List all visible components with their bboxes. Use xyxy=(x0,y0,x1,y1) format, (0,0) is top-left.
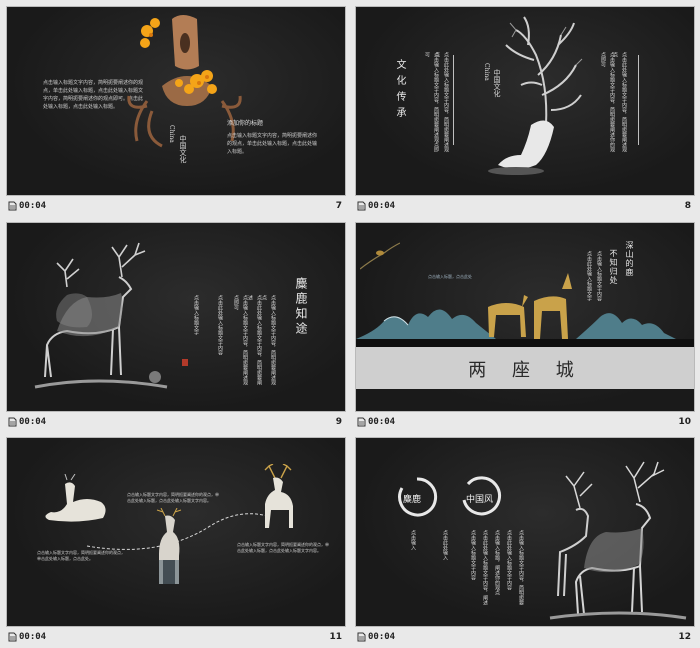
slide-12-thumbnail[interactable]: 麋鹿 中国风 点击输入标题文字内容，简明扼要 点击此处输入标题文字内容 点击输入… xyxy=(355,437,695,627)
slide-12-col-d: 点击此处输入标题文字内容，阐述 xyxy=(482,530,488,605)
slide-7-china-en: China xyxy=(168,125,175,143)
slide-8-title: 文化传承 xyxy=(394,59,405,123)
slide-8-china-en: China xyxy=(483,63,490,81)
slide-8-col-d: 点击此处输入标题文字内容，简明扼要阐述观点 xyxy=(612,52,627,152)
deer-pair-sketch-image xyxy=(549,461,687,620)
slide-9-info-bar: 00:04 9 xyxy=(6,414,346,431)
slide-9-col-c: 点击输入标题文字内容，简明扼要阐述观点即可 xyxy=(233,295,248,385)
slide-12-label-b: 中国风 xyxy=(466,495,494,505)
slide-9-col-e: 点击输入标题文字 xyxy=(193,295,199,335)
slide-8-thumbnail[interactable]: 文化传承 点击输入标题文字内容，简明扼要阐述观点即可 点击此处输入标题文字内容，… xyxy=(355,6,695,196)
slide-11-text-top: 点击输入标题文字内容，简明扼要阐述你的观点，单击此处输入标题，点击此处输入标题文… xyxy=(127,492,219,503)
slide-12-col-e: 点击输入标题文字内容 xyxy=(470,530,476,580)
standing-white-deer-image xyxy=(156,508,182,584)
slide-12-col-g: 点击输入 xyxy=(410,530,416,550)
deer-antler-tree-image xyxy=(488,16,583,175)
slide-12-col-c: 点击输入标题，阐述你的观点 xyxy=(494,530,500,595)
slide-12-time: 00:04 xyxy=(368,632,396,642)
slide-7-chinese-culture: 中国文化 xyxy=(179,135,187,163)
slide-12-label-a: 麋鹿 xyxy=(403,495,422,505)
slide-12-col-f: 点击此处输入 xyxy=(442,530,448,560)
slide-10-info-bar: 00:04 10 xyxy=(355,414,695,431)
transition-icon xyxy=(8,201,17,211)
slide-10-thumbnail[interactable]: 点击输入标题，点击此处 深山的鹿 不知归处 点击输入标题文字内容 点击此处输入标… xyxy=(355,222,695,412)
slide-7-number: 7 xyxy=(335,201,342,211)
slide-8-info-bar: 00:04 8 xyxy=(355,198,695,215)
slide-11-info-bar: 00:04 11 xyxy=(6,629,346,646)
slide-10-time: 00:04 xyxy=(368,417,396,427)
slide-11-time: 00:04 xyxy=(19,632,47,642)
slide-12-col-a: 点击输入标题文字内容，简明扼要 xyxy=(518,530,524,605)
mountains-and-gold-deer-image xyxy=(356,273,694,349)
lying-white-deer-image xyxy=(45,474,106,522)
deer-head-flower-image xyxy=(127,15,242,148)
slide-12-info-bar: 00:04 12 xyxy=(355,629,695,646)
slide-8-chinese-culture: 中国文化 xyxy=(493,69,501,97)
slide-7-body-right: 点击输入标题文字内容，简明扼要阐述你的观点，单击此处输入标题，点击此处输入标题。 xyxy=(227,133,318,155)
slide-11-thumbnail[interactable]: 点击输入标题文字内容，简明扼要阐述你的观点，单击此处输入标题，点击此处输入标题文… xyxy=(6,437,346,627)
slide-8-divider-right xyxy=(638,55,639,145)
slide-12-number: 12 xyxy=(678,632,691,642)
slide-11-number: 11 xyxy=(329,632,342,642)
transition-icon xyxy=(8,417,17,427)
slide-8-number: 8 xyxy=(684,201,691,211)
transition-icon xyxy=(357,417,366,427)
slide-10-number: 10 xyxy=(678,417,691,427)
deer-sketch-image xyxy=(34,242,168,389)
slide-7-time: 00:04 xyxy=(19,201,47,211)
slide-7-subtitle: 添加你的标题 xyxy=(227,120,264,127)
slide-9-title: 麋鹿知途 xyxy=(294,277,308,337)
transition-icon xyxy=(357,632,366,642)
transition-icon xyxy=(8,632,17,642)
slide-7-info-bar: 00:04 7 xyxy=(6,198,346,215)
slide-8-col-b: 点击此处输入标题文字内容，简明扼要阐述观点 xyxy=(434,52,449,152)
slide-12-col-b: 点击此处输入标题文字内容 xyxy=(506,530,512,590)
slide-9-col-d: 点击此处输入标题文字内容 xyxy=(217,295,223,355)
slide-7-thumbnail[interactable]: 点击输入标题文字内容，简明扼要阐述你的观点，单击此处输入标题，点击此处输入标题文… xyxy=(6,6,346,196)
slide-8-divider-left xyxy=(453,55,454,145)
gold-antler-deer-image xyxy=(264,464,293,528)
transition-icon xyxy=(357,201,366,211)
slide-9-red-seal xyxy=(182,359,188,366)
slide-8-time: 00:04 xyxy=(368,201,396,211)
slide-9-number: 9 xyxy=(335,417,342,427)
slide-9-time: 00:04 xyxy=(19,417,47,427)
slide-11-text-right: 点击输入标题文字内容，简明扼要阐述你的观点，单击此处输入标题，点击此处输入标题文… xyxy=(237,542,329,553)
slide-10-banner-text: 两 座 城 xyxy=(468,360,584,381)
slide-11-text-left: 点击输入标题文字内容，简明扼要阐述你的观点，单击此处输入标题，点击此处。 xyxy=(37,550,125,561)
slide-9-thumbnail[interactable]: 麋鹿知途 点击输入标题文字内容，简明扼要阐述观点 点击此处输入标题文字内容，简明… xyxy=(6,222,346,412)
